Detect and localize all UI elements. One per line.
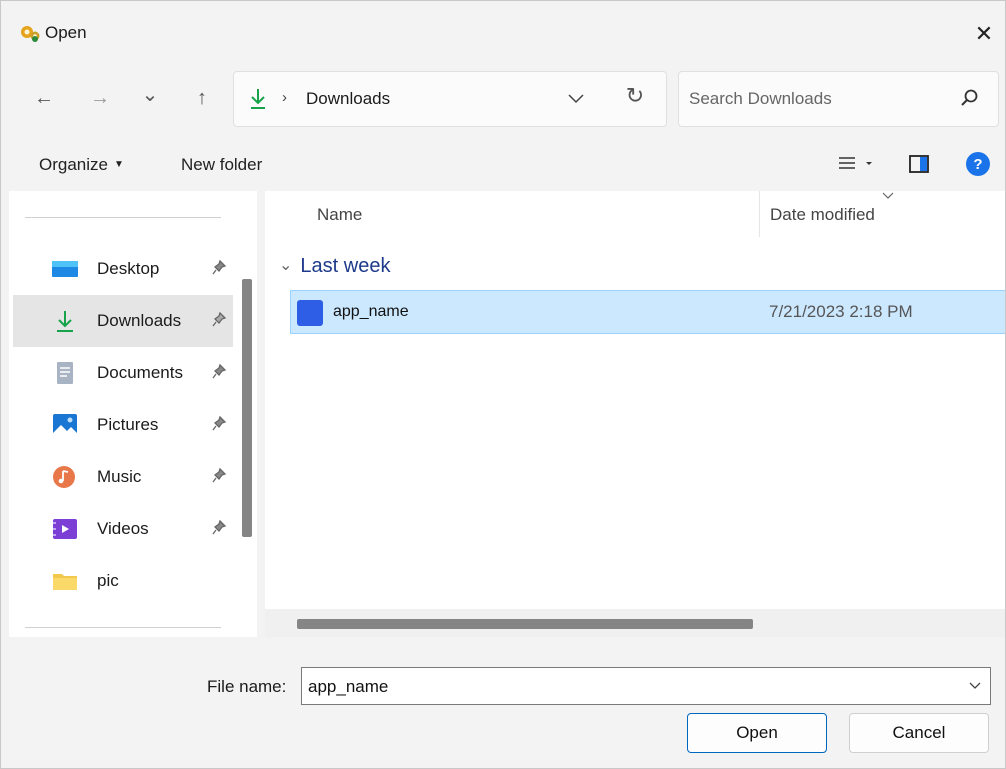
pin-icon[interactable] (211, 363, 227, 381)
address-dropdown-icon[interactable] (564, 86, 588, 110)
sidebar-item-pictures[interactable]: Pictures (13, 399, 233, 451)
group-header-last-week[interactable]: ⌄ Last week (279, 255, 390, 278)
group-label: Last week (300, 255, 391, 277)
column-header-name[interactable]: Name (317, 205, 362, 225)
forward-button[interactable]: → (85, 83, 115, 113)
sidebar-item-music[interactable]: Music (13, 451, 233, 503)
file-name: app_name (333, 303, 409, 320)
organize-label: Organize (39, 155, 108, 174)
pin-icon[interactable] (211, 467, 227, 485)
chevron-down-icon: ⌄ (141, 83, 159, 106)
downloads-icon (57, 311, 73, 332)
cancel-button[interactable]: Cancel (849, 713, 989, 753)
pin-icon[interactable] (211, 259, 227, 277)
sidebar-item-downloads[interactable]: Downloads (13, 295, 233, 347)
chevron-down-icon[interactable] (968, 680, 982, 692)
help-button[interactable]: ? (966, 152, 990, 176)
pictures-icon (53, 414, 77, 436)
file-name-label: File name: (207, 677, 287, 696)
search-icon[interactable] (960, 88, 980, 108)
pin-icon[interactable] (211, 311, 227, 329)
back-arrow-icon: ← (34, 86, 54, 109)
sidebar-divider (25, 627, 221, 628)
sidebar-item-label: Documents (97, 363, 183, 382)
breadcrumb-downloads[interactable]: Downloads (306, 89, 390, 109)
refresh-icon: ↻ (625, 83, 645, 108)
sidebar-item-label: Pictures (97, 415, 159, 434)
app-file-icon (297, 300, 323, 326)
file-date-modified: 7/21/2023 2:18 PM (769, 302, 913, 321)
navigation-pane: Desktop Downloads Documents Pictures Mus… (9, 191, 257, 637)
up-button[interactable]: ↑ (187, 83, 217, 113)
new-folder-button[interactable]: New folder (181, 155, 262, 175)
documents-icon (57, 362, 73, 384)
search-input[interactable]: Search Downloads (678, 71, 999, 127)
organize-menu-button[interactable]: Organize ▼ (39, 155, 124, 175)
file-name-value: app_name (308, 677, 389, 696)
up-arrow-icon: ↑ (197, 86, 207, 109)
file-name-input[interactable]: app_name (301, 667, 991, 705)
videos-icon (53, 519, 77, 539)
sidebar-item-desktop[interactable]: Desktop (13, 243, 233, 295)
sidebar-item-label: Downloads (97, 311, 182, 330)
app-gears-icon (21, 26, 40, 42)
command-bar: Organize ▼ New folder ? (1, 139, 1005, 191)
address-bar[interactable]: › Downloads ↻ (233, 71, 667, 127)
desktop-icon (52, 261, 78, 277)
breadcrumb-separator: › (282, 89, 287, 106)
folder-icon (53, 574, 77, 590)
chevron-down-icon: ⌄ (279, 257, 293, 274)
download-arrow-icon (251, 89, 265, 109)
close-button[interactable]: ✕ (969, 19, 999, 49)
close-icon: ✕ (974, 21, 994, 46)
sidebar-item-label: Music (97, 467, 142, 486)
file-list: Name Date modified ⌄ Last week app_name 7… (265, 191, 1005, 637)
table-row[interactable]: app_name 7/21/2023 2:18 PM (290, 290, 1005, 334)
sidebar-item-label: pic (97, 571, 119, 590)
view-options-icon[interactable] (835, 151, 885, 177)
pin-icon[interactable] (211, 415, 227, 433)
sidebar-item-documents[interactable]: Documents (13, 347, 233, 399)
title-bar: Open ✕ (1, 1, 1005, 59)
search-placeholder: Search Downloads (689, 89, 832, 108)
refresh-button[interactable]: ↻ (622, 83, 648, 111)
sidebar-item-label: Videos (97, 519, 149, 538)
sidebar-divider (25, 217, 221, 218)
horizontal-scrollbar-thumb[interactable] (297, 619, 753, 629)
open-dialog: Open ✕ ← → ⌄ ↑ › Downloads ↻ Search Down… (0, 0, 1006, 769)
forward-arrow-icon: → (90, 86, 110, 109)
caret-down-icon: ▼ (113, 159, 124, 170)
window-title: Open (45, 23, 87, 42)
column-header-date-modified[interactable]: Date modified (770, 205, 875, 225)
sidebar-item-videos[interactable]: Videos (13, 503, 233, 555)
sidebar-item-label: Desktop (97, 259, 160, 278)
pin-icon[interactable] (211, 519, 227, 537)
preview-pane-icon[interactable] (907, 153, 931, 175)
sidebar-item-pic[interactable]: pic (13, 555, 233, 607)
sidebar-scrollbar[interactable] (242, 279, 252, 537)
open-button[interactable]: Open (687, 713, 827, 753)
music-icon (53, 466, 75, 488)
recent-locations-button[interactable]: ⌄ (135, 79, 165, 109)
column-divider[interactable] (759, 191, 760, 237)
sort-indicator-icon (882, 192, 894, 199)
back-button[interactable]: ← (29, 83, 59, 113)
